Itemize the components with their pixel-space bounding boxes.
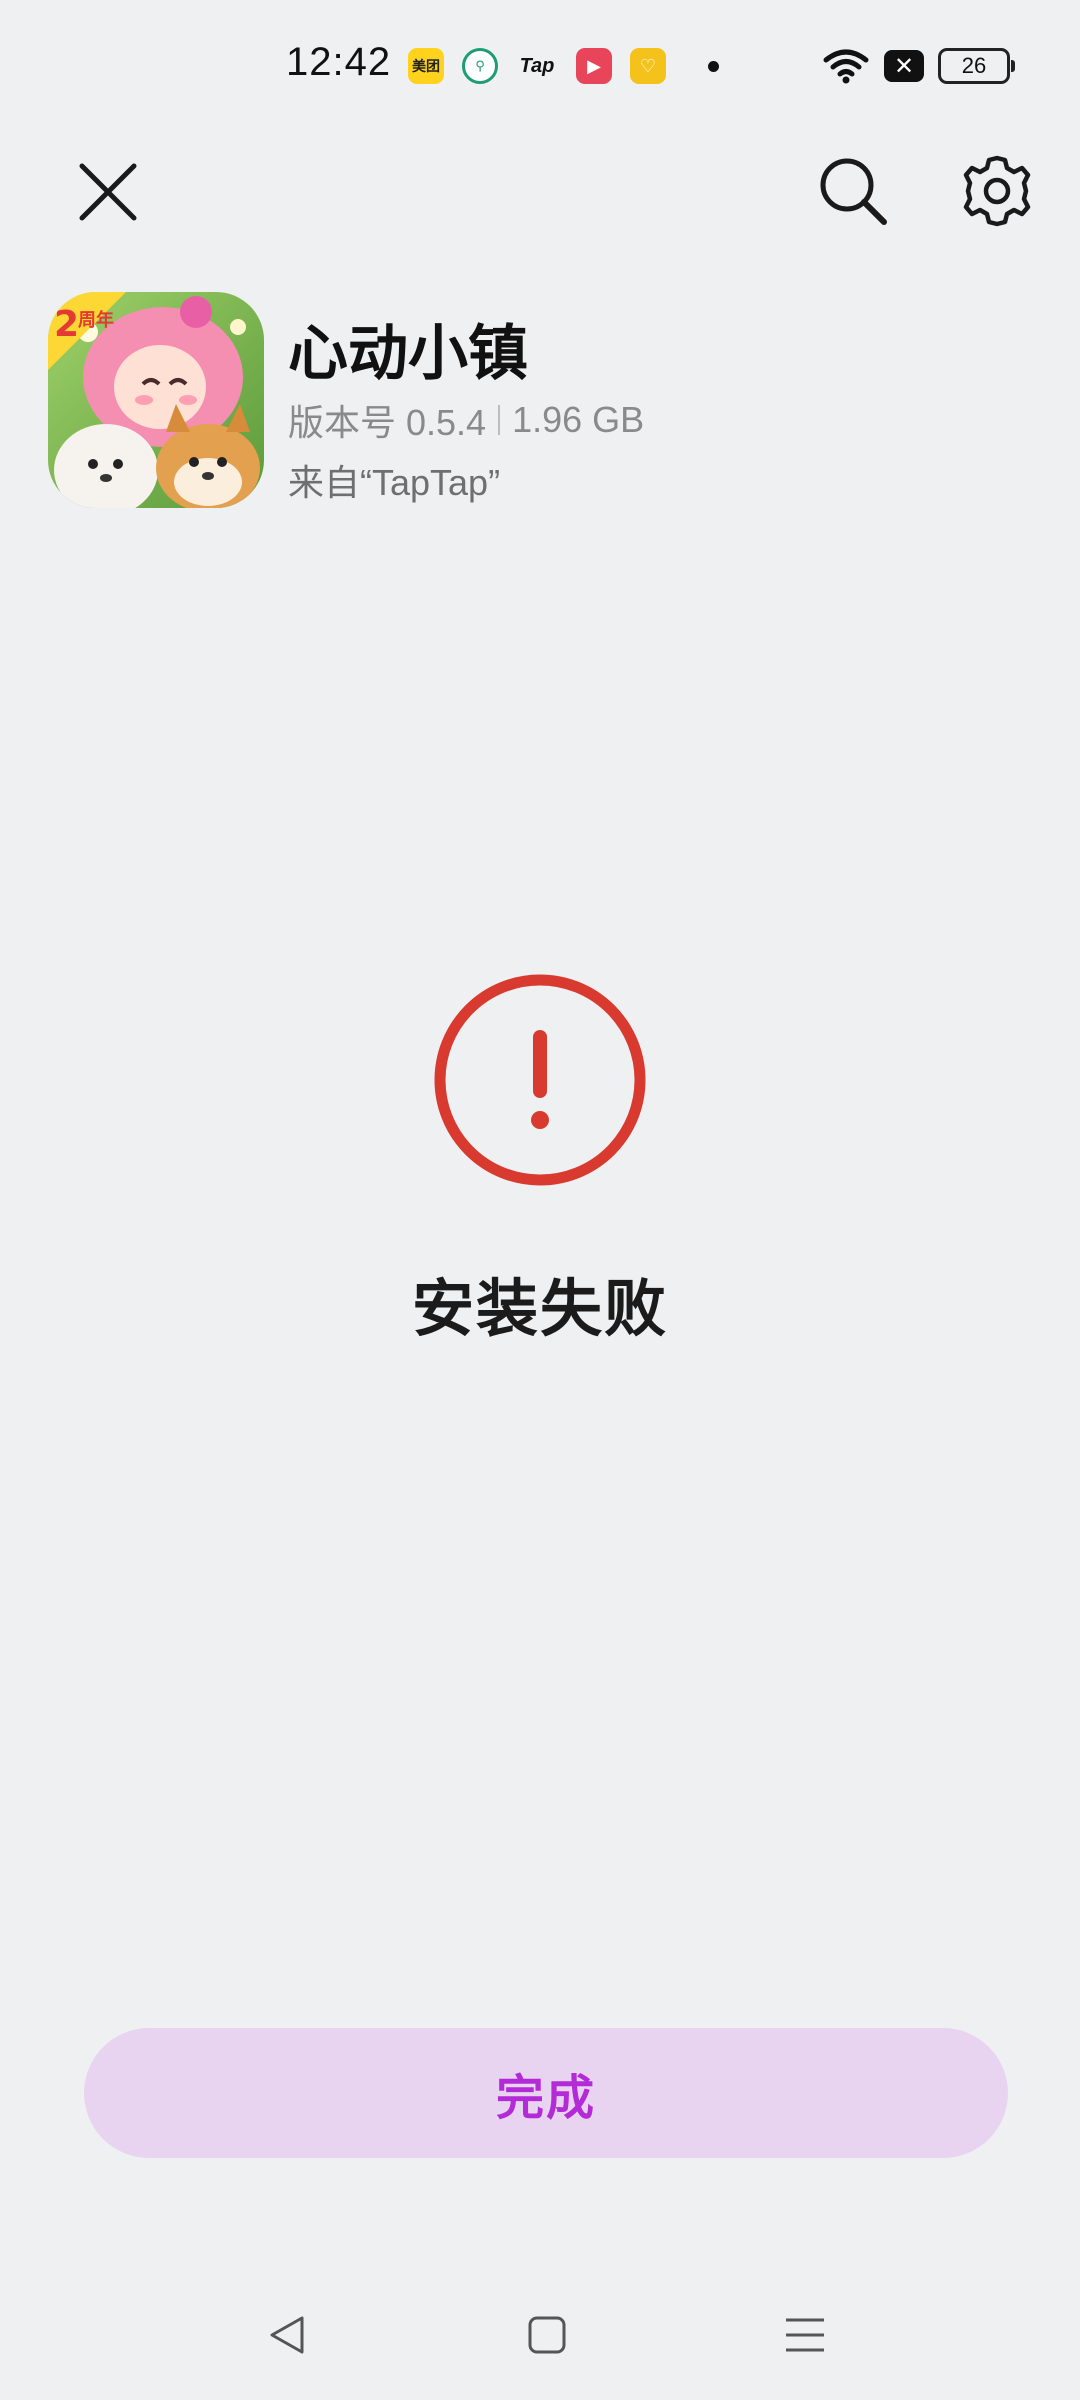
taptap-icon: Tap [519, 54, 555, 77]
error-icon [434, 974, 646, 1186]
no-sim-icon: ✕ [884, 50, 924, 82]
app-version: 版本号 0.5.4 [288, 402, 487, 443]
app-meta: 版本号 0.5.4 1.96 GB [288, 394, 644, 446]
svg-text:周年: 周年 [78, 309, 114, 331]
wifi-icon [823, 49, 869, 84]
app-icon-artwork: 2 周年 [48, 292, 264, 508]
app-size: 1.96 GB [512, 399, 645, 440]
svg-text:2: 2 [54, 304, 79, 345]
search-icon[interactable] [816, 154, 890, 228]
heart-app-icon: ♡ [630, 48, 666, 84]
status-time: 12:42 [286, 40, 392, 84]
home-icon[interactable] [522, 2310, 572, 2360]
status-bar: 12:42 美团 ⚲ Tap ▶ ♡ ✕ 26 [0, 0, 1080, 130]
installer-screen: 12:42 美团 ⚲ Tap ▶ ♡ ✕ 26 2 周年 心动小镇 版本号 0.… [0, 0, 1080, 2400]
app-icon: 2 周年 [48, 292, 264, 508]
notification-icons: 美团 ⚲ Tap ▶ ♡ [408, 48, 719, 84]
system-status-icons: ✕ 26 [822, 46, 1015, 86]
battery-icon: 26 [938, 48, 1015, 84]
app-name: 心动小镇 [288, 320, 528, 387]
close-icon[interactable] [76, 160, 140, 224]
app-source: 来自“TapTap” [288, 462, 501, 503]
meta-divider [498, 405, 501, 435]
back-icon[interactable] [264, 2310, 314, 2360]
bank-icon: ⚲ [462, 48, 498, 84]
video-icon: ▶ [576, 48, 612, 84]
more-notifications-dot [708, 60, 719, 72]
done-button-label: 完成 [495, 2072, 596, 2125]
done-button[interactable]: 完成 [84, 2028, 1008, 2158]
meituan-icon: 美团 [408, 48, 444, 84]
gear-icon[interactable] [960, 154, 1034, 228]
recent-apps-icon[interactable] [780, 2310, 830, 2360]
battery-level: 26 [961, 53, 987, 78]
install-status-title: 安装失败 [411, 1275, 668, 1344]
